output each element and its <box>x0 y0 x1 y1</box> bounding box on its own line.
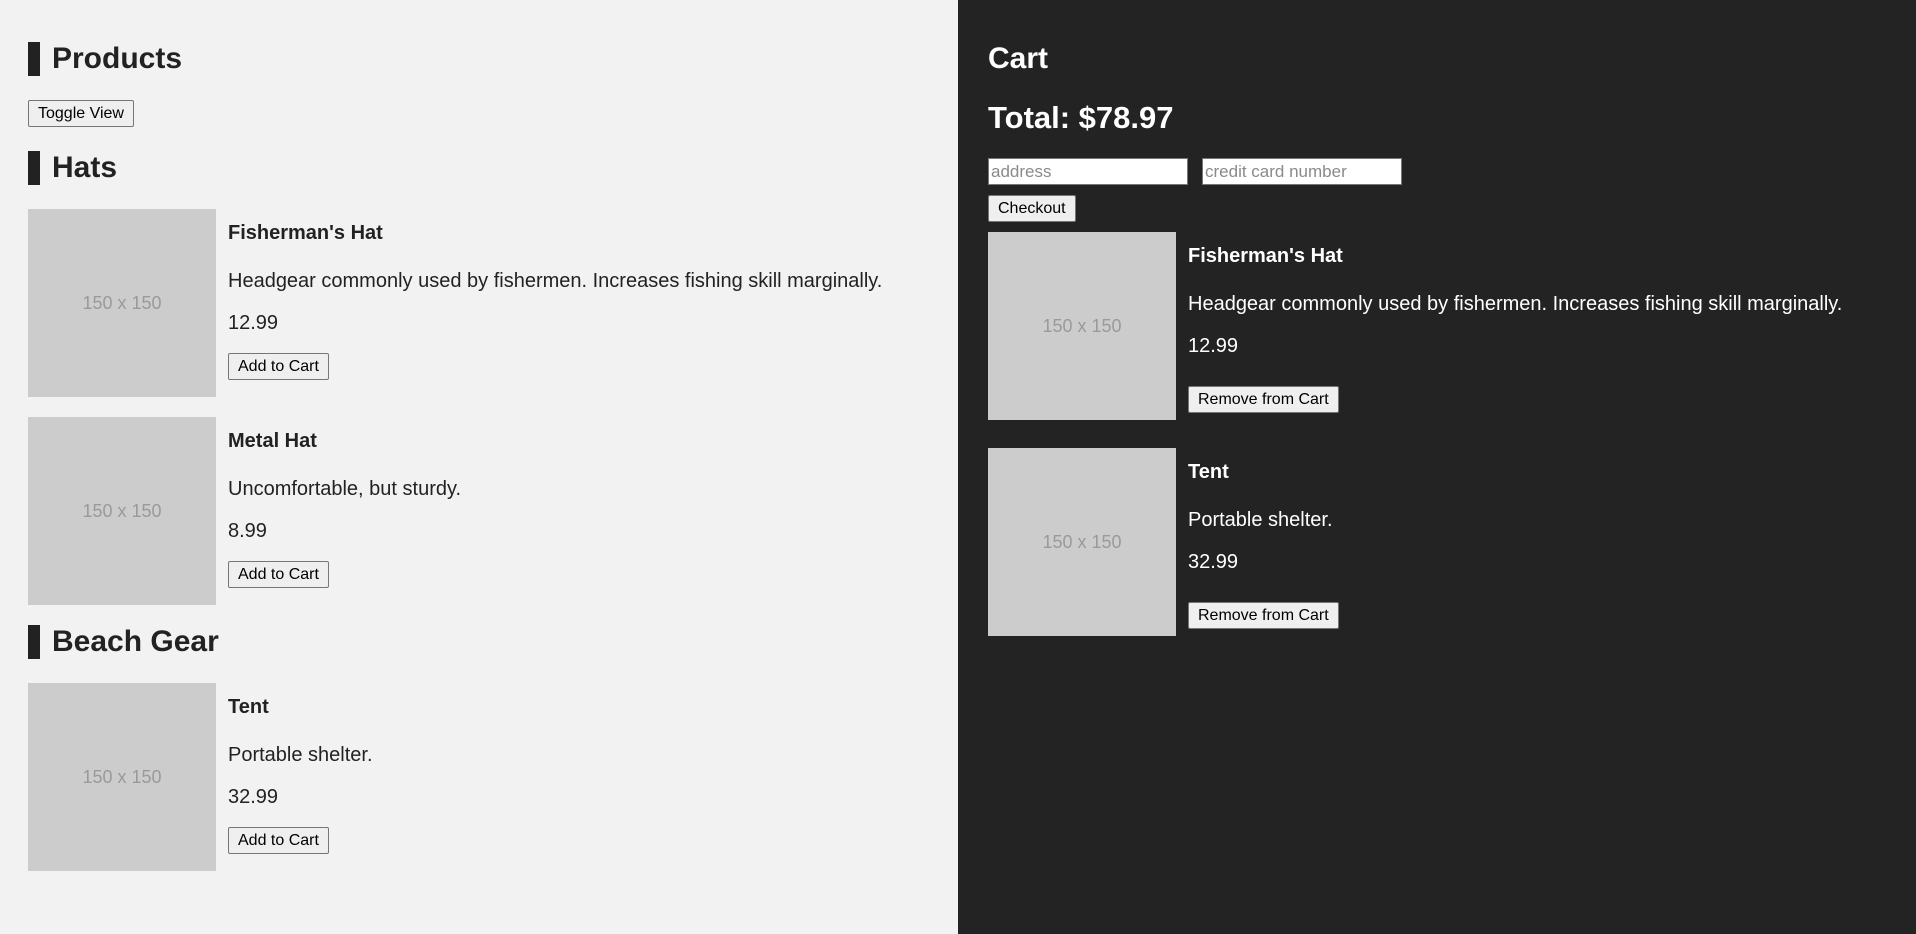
category-heading-beach-gear: Beach Gear <box>28 625 930 659</box>
product-description: Headgear commonly used by fishermen. Inc… <box>228 270 883 292</box>
credit-card-input[interactable] <box>1202 158 1402 185</box>
product-image-placeholder: 150 x 150 <box>28 683 216 871</box>
cart-total: Total: $78.97 <box>988 100 1174 135</box>
toggle-row: Toggle View <box>28 100 930 127</box>
cart-item: 150 x 150 Tent Portable shelter. 32.99 R… <box>988 448 1886 636</box>
product-image-placeholder: 150 x 150 <box>28 209 216 397</box>
heading-accent-bar <box>28 625 40 659</box>
product-price: 12.99 <box>228 312 279 334</box>
category-heading-hats: Hats <box>28 151 930 185</box>
cart-item-description: Portable shelter. <box>1188 509 1333 531</box>
checkout-fields <box>988 158 1886 185</box>
heading-accent-bar <box>28 42 40 76</box>
cart-item-name: Fisherman's Hat <box>1188 245 1343 267</box>
add-to-cart-button[interactable]: Add to Cart <box>228 561 329 588</box>
cart-item-image-placeholder: 150 x 150 <box>988 232 1176 420</box>
product-name: Tent <box>228 696 269 718</box>
remove-from-cart-button[interactable]: Remove from Cart <box>1188 386 1339 413</box>
product-item: 150 x 150 Fisherman's Hat Headgear commo… <box>28 209 930 397</box>
products-panel: Products Toggle View Hats 150 x 150 Fish… <box>0 0 958 934</box>
heading-accent-bar <box>28 151 40 185</box>
category-title: Beach Gear <box>52 625 219 658</box>
product-price: 32.99 <box>228 786 279 808</box>
address-input[interactable] <box>988 158 1188 185</box>
product-price: 8.99 <box>228 520 267 542</box>
cart-item: 150 x 150 Fisherman's Hat Headgear commo… <box>988 232 1886 420</box>
cart-item-image-placeholder: 150 x 150 <box>988 448 1176 636</box>
product-item: 150 x 150 Metal Hat Uncomfortable, but s… <box>28 417 930 605</box>
cart-item-price: 32.99 <box>1188 551 1239 573</box>
product-name: Fisherman's Hat <box>228 222 383 244</box>
cart-item-info: Fisherman's Hat Headgear commonly used b… <box>1188 232 1842 420</box>
product-description: Portable shelter. <box>228 744 373 766</box>
product-info: Metal Hat Uncomfortable, but sturdy. 8.9… <box>228 417 461 605</box>
category-title: Hats <box>52 151 118 184</box>
products-title: Products <box>52 42 183 75</box>
page: Products Toggle View Hats 150 x 150 Fish… <box>0 0 1916 934</box>
add-to-cart-button[interactable]: Add to Cart <box>228 353 329 380</box>
product-image-placeholder: 150 x 150 <box>28 417 216 605</box>
cart-item-description: Headgear commonly used by fishermen. Inc… <box>1188 293 1843 315</box>
toggle-view-button[interactable]: Toggle View <box>28 100 134 127</box>
checkout-row: Checkout <box>988 195 1886 222</box>
product-info: Fisherman's Hat Headgear commonly used b… <box>228 209 882 397</box>
cart-title: Cart <box>988 42 1049 75</box>
cart-item-price: 12.99 <box>1188 335 1239 357</box>
product-item: 150 x 150 Tent Portable shelter. 32.99 A… <box>28 683 930 871</box>
cart-item-info: Tent Portable shelter. 32.99 Remove from… <box>1188 448 1339 636</box>
checkout-button[interactable]: Checkout <box>988 195 1076 222</box>
add-to-cart-button[interactable]: Add to Cart <box>228 827 329 854</box>
cart-item-name: Tent <box>1188 461 1229 483</box>
products-heading: Products <box>28 42 930 76</box>
product-name: Metal Hat <box>228 430 317 452</box>
product-info: Tent Portable shelter. 32.99 Add to Cart <box>228 683 373 871</box>
cart-panel: Cart Total: $78.97 Checkout 150 x 150 Fi… <box>958 0 1916 934</box>
remove-from-cart-button[interactable]: Remove from Cart <box>1188 602 1339 629</box>
product-description: Uncomfortable, but sturdy. <box>228 478 462 500</box>
